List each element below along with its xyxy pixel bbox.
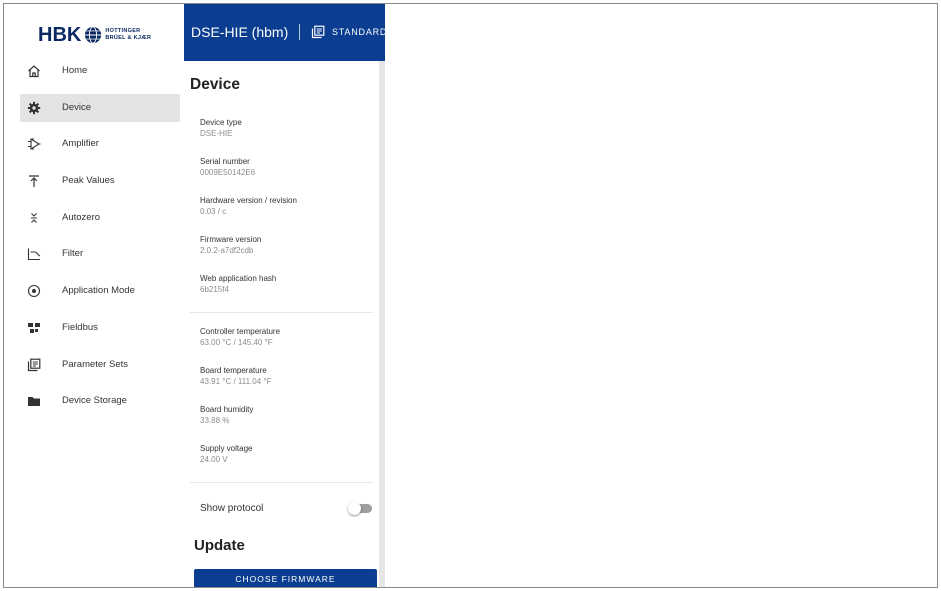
info-value: 6b215f4 [200,285,229,294]
info-value: 33.88 % [200,416,230,425]
sidebar-nav: Home Device Amplifier Peak Values Autoze… [20,57,180,424]
status-board-temperature: Board temperature 43.91 °C / 111.04 °F [200,366,370,386]
app-frame: HBK HOTTINGER BRÜEL & KJÆR Home Device A… [3,3,938,588]
update-heading: Update [194,537,245,554]
sidebar-item-label: Parameter Sets [62,358,128,370]
sidebar-item-label: Fieldbus [62,321,98,333]
sidebar-item-label: Peak Values [62,175,115,187]
info-label: Firmware version [200,235,262,244]
sidebar-item-label: Amplifier [62,138,99,150]
show-protocol-toggle[interactable] [348,502,372,515]
status-supply-voltage: Supply voltage 24.00 V [200,444,370,464]
logo-sub-line1: HOTTINGER [105,28,141,34]
info-label: Board humidity [200,405,254,414]
info-label: Controller temperature [200,327,281,336]
hbk-logo: HBK HOTTINGER BRÜEL & KJÆR [38,23,151,47]
info-value: 0009E50142E6 [200,168,256,177]
sidebar-item-label: Application Mode [62,285,135,297]
show-protocol-row: Show protocol [200,501,376,517]
sidebar-item-device[interactable]: Device [20,93,180,122]
home-icon [27,64,41,78]
target-icon [27,284,41,298]
header-divider [299,24,300,40]
status-board-humidity: Board humidity 33.88 % [200,405,370,425]
filter-icon [27,247,41,261]
folder-icon [27,394,41,408]
info-value: 24.00 V [200,455,228,464]
amplifier-icon [27,137,41,151]
sidebar-item-application-mode[interactable]: Application Mode [20,277,180,305]
toggle-knob [348,502,361,515]
autozero-icon [27,211,41,225]
fieldbus-icon [27,321,41,335]
status-controller-temperature: Controller temperature 63.00 °C / 145.40… [200,327,370,347]
sidebar-item-label: Device [62,101,92,113]
sidebar-item-label: Home [62,65,88,76]
active-parameter-set[interactable]: STANDARD [332,27,385,37]
info-label: Board temperature [200,366,267,375]
logo-subtitle: HOTTINGER BRÜEL & KJÆR [105,28,151,42]
device-heading: Device [190,76,240,93]
parameter-sets-icon [27,358,41,372]
sidebar-item-label: Filter [62,248,84,260]
logo-sub-line2: BRÜEL & KJÆR [105,35,152,41]
info-value: 63.00 °C / 145.40 °F [200,338,273,347]
sidebar-item-label: Autozero [62,211,101,223]
sidebar-item-amplifier[interactable]: Amplifier [20,130,180,158]
gear-icon [27,101,41,115]
logo-text: HBK [38,24,82,46]
panel-scrollbar[interactable] [379,61,385,587]
info-label: Web application hash [200,274,277,283]
section-divider [190,312,373,313]
parameter-sets-icon[interactable] [311,25,325,39]
device-title: DSE-HIE (hbm) [191,24,289,40]
info-web-app-hash: Web application hash 6b215f4 [200,274,370,294]
globe-icon [85,26,102,44]
info-hardware-version: Hardware version / revision 0.03 / c [200,196,370,216]
device-panel: Device Device type DSE-HIE Serial number… [184,61,379,587]
info-serial-number: Serial number 0009E50142E6 [200,157,370,177]
info-value: 0.03 / c [200,207,227,216]
sidebar-item-home[interactable]: Home [20,57,180,85]
sidebar: HBK HOTTINGER BRÜEL & KJÆR Home Device A… [4,4,184,587]
sidebar-item-device-storage[interactable]: Device Storage [20,387,180,415]
info-label: Hardware version / revision [200,196,297,205]
choose-firmware-button[interactable]: CHOOSE FIRMWARE [194,569,377,587]
sidebar-item-label: Device Storage [62,395,127,407]
sidebar-item-parameter-sets[interactable]: Parameter Sets [20,351,180,379]
info-label: Supply voltage [200,444,253,453]
sidebar-item-filter[interactable]: Filter [20,240,180,268]
show-protocol-label: Show protocol [200,503,264,514]
sidebar-item-fieldbus[interactable]: Fieldbus [20,314,180,342]
info-value: 43.91 °C / 111.04 °F [200,377,272,386]
peak-values-icon [27,174,41,188]
info-label: Serial number [200,157,250,166]
info-device-type: Device type DSE-HIE [200,118,370,138]
info-firmware-version: Firmware version 2.0.2-a7df2cdb [200,235,370,255]
sidebar-item-peak-values[interactable]: Peak Values [20,167,180,195]
info-label: Device type [200,118,242,127]
top-header: DSE-HIE (hbm) STANDARD [184,4,385,61]
sidebar-item-autozero[interactable]: Autozero [20,204,180,232]
info-value: DSE-HIE [200,129,233,138]
info-value: 2.0.2-a7df2cdb [200,246,254,255]
section-divider [190,482,373,483]
